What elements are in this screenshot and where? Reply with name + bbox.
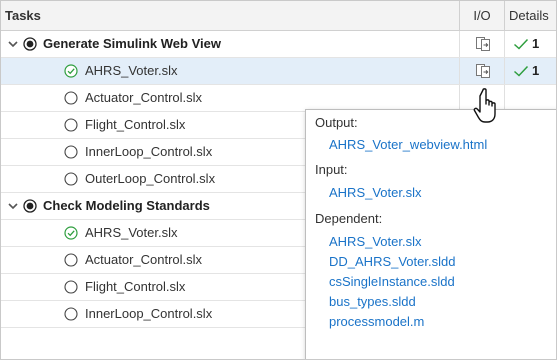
task-label: Check Modeling Standards	[43, 198, 210, 213]
dependent-file-link[interactable]: bus_types.sldd	[329, 294, 416, 309]
dependent-file-link[interactable]: csSingleInstance.sldd	[329, 274, 455, 289]
task-label: InnerLoop_Control.slx	[85, 144, 213, 159]
dependent-file-link[interactable]: processmodel.m	[329, 314, 424, 329]
column-header-details[interactable]: Details	[505, 1, 556, 30]
io-files-icon[interactable]	[475, 36, 491, 52]
empty-circle-icon[interactable]	[64, 280, 78, 294]
task-cell: Generate Simulink Web View	[1, 31, 460, 57]
task-row-selected[interactable]: AHRS_Voter.slx 1	[1, 58, 556, 85]
io-cell[interactable]	[460, 31, 505, 57]
input-file-link[interactable]: AHRS_Voter.slx	[329, 185, 422, 200]
io-cell[interactable]	[460, 58, 505, 84]
task-label: Flight_Control.slx	[85, 279, 186, 294]
empty-circle-icon[interactable]	[64, 307, 78, 321]
column-header-tasks[interactable]: Tasks	[1, 1, 460, 30]
empty-circle-icon[interactable]	[64, 172, 78, 186]
check-circle-icon[interactable]	[64, 226, 78, 240]
output-title: Output:	[315, 115, 358, 130]
empty-circle-icon[interactable]	[64, 253, 78, 267]
input-title: Input:	[315, 162, 348, 177]
details-cell	[505, 85, 556, 111]
task-group-row[interactable]: Generate Simulink Web View 1	[1, 31, 556, 58]
pass-count: 1	[532, 36, 540, 51]
task-label: AHRS_Voter.slx	[85, 225, 178, 240]
task-label: Flight_Control.slx	[85, 117, 186, 132]
task-cell: AHRS_Voter.slx	[1, 58, 460, 84]
io-files-popup: Output: AHRS_Voter_webview.html Input: A…	[305, 109, 556, 359]
table-header: Tasks I/O Details	[1, 1, 556, 31]
task-label: Actuator_Control.slx	[85, 252, 203, 267]
checkmark-icon	[514, 65, 529, 77]
details-cell[interactable]: 1	[505, 58, 556, 84]
output-file-link[interactable]: AHRS_Voter_webview.html	[329, 137, 487, 152]
io-files-icon[interactable]	[475, 63, 491, 79]
radio-selected-icon[interactable]	[23, 199, 37, 213]
empty-circle-icon[interactable]	[64, 118, 78, 132]
empty-circle-icon[interactable]	[64, 145, 78, 159]
task-label: OuterLoop_Control.slx	[85, 171, 216, 186]
dependent-file-link[interactable]: DD_AHRS_Voter.sldd	[329, 254, 455, 269]
chevron-down-icon[interactable]	[7, 200, 19, 212]
chevron-down-icon[interactable]	[7, 38, 19, 50]
dependent-title: Dependent:	[315, 211, 383, 226]
task-cell: Actuator_Control.slx	[1, 85, 460, 111]
hand-pointer-icon	[473, 88, 496, 123]
checkmark-icon	[514, 38, 529, 50]
check-circle-icon[interactable]	[64, 64, 78, 78]
task-label: Actuator_Control.slx	[85, 90, 203, 105]
pass-count: 1	[532, 63, 540, 78]
empty-circle-icon[interactable]	[64, 91, 78, 105]
task-label: InnerLoop_Control.slx	[85, 306, 213, 321]
task-table: Tasks I/O Details Generate Simulink Web …	[0, 0, 557, 360]
task-label: AHRS_Voter.slx	[85, 63, 178, 78]
details-cell[interactable]: 1	[505, 31, 556, 57]
dependent-file-link[interactable]: AHRS_Voter.slx	[329, 234, 422, 249]
column-header-io[interactable]: I/O	[460, 1, 505, 30]
task-label: Generate Simulink Web View	[43, 36, 221, 51]
radio-selected-icon[interactable]	[23, 37, 37, 51]
